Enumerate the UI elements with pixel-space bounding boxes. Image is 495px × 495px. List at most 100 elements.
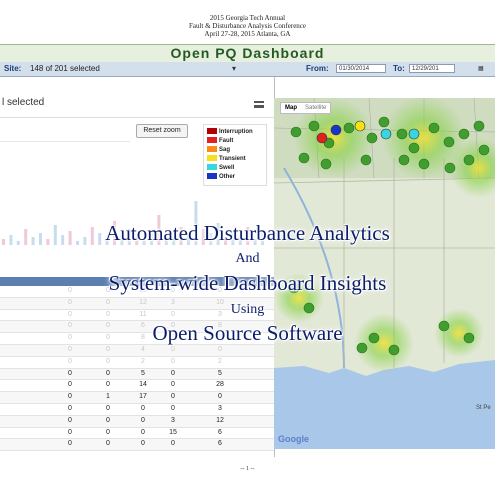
- google-logo: Google: [278, 434, 309, 444]
- table-cell: 12: [216, 416, 224, 424]
- table-cell: 15: [169, 428, 177, 436]
- site-marker[interactable]: [308, 120, 320, 132]
- map-type-control[interactable]: Map Satellite: [280, 102, 332, 114]
- table-row[interactable]: 0 0 0 3 12: [0, 415, 274, 428]
- table-cell: 4: [141, 345, 145, 353]
- site-marker[interactable]: [473, 120, 485, 132]
- table-row[interactable]: 0 1 17 0 0: [0, 392, 274, 404]
- site-marker[interactable]: [398, 154, 410, 166]
- table-cell: 0: [106, 357, 110, 365]
- table-cell: 0: [106, 345, 110, 353]
- table-cell: 0: [171, 345, 175, 353]
- divider: [0, 141, 130, 142]
- table-cell: 0: [171, 440, 175, 448]
- map-tab[interactable]: Map: [281, 103, 301, 113]
- from-date-input[interactable]: 01/30/2014: [336, 64, 386, 73]
- to-date-input[interactable]: 12/29/201: [409, 64, 455, 73]
- table-cell: 0: [171, 393, 175, 401]
- overlay-title-line-2: And: [235, 251, 260, 266]
- to-label: To:: [393, 64, 405, 73]
- table-cell: 0: [68, 393, 72, 401]
- overlay-title-line-5: Open Source Software: [152, 321, 343, 345]
- table-cell: 0: [106, 381, 110, 389]
- site-marker[interactable]: [463, 154, 475, 166]
- reset-zoom-button[interactable]: Reset zoom: [136, 124, 188, 138]
- site-select[interactable]: 148 of 201 selected: [30, 64, 100, 74]
- header-line-1: 2015 Georgia Tech Annual: [209, 14, 286, 22]
- table-row[interactable]: 0 0 0 15 6: [0, 427, 274, 440]
- chevron-down-icon[interactable]: ▾: [232, 64, 236, 74]
- table-cell: 3: [218, 404, 222, 412]
- page-number: -- 1 --: [240, 466, 255, 472]
- legend-item-interruption[interactable]: Interruption: [207, 128, 253, 136]
- legend-swatch: [207, 173, 217, 180]
- site-marker[interactable]: [378, 116, 390, 128]
- table-cell: 0: [68, 369, 72, 377]
- dashboard-title: Open PQ Dashboard: [170, 45, 325, 61]
- site-marker[interactable]: [320, 158, 332, 170]
- table-cell: 0: [171, 381, 175, 389]
- dashboard-title-bar: Open PQ Dashboard: [0, 44, 495, 63]
- table-row[interactable]: 0 0 2 0 2: [0, 356, 274, 369]
- table-cell: 0: [68, 381, 72, 389]
- site-marker[interactable]: [343, 122, 355, 134]
- legend-item-transient[interactable]: Transient: [207, 155, 246, 163]
- site-marker[interactable]: [316, 132, 328, 144]
- overlay-title-line-3: System-wide Dashboard Insights: [108, 271, 387, 295]
- table-row[interactable]: 0 0 5 0 5: [0, 368, 274, 381]
- table-cell: 0: [171, 404, 175, 412]
- site-marker[interactable]: [360, 154, 372, 166]
- site-marker[interactable]: [478, 144, 490, 156]
- legend-swatch: [207, 164, 217, 171]
- site-marker[interactable]: [290, 126, 302, 138]
- chart-legend: Interruption Fault Sag Transient Swell O…: [203, 124, 267, 186]
- site-marker[interactable]: [298, 152, 310, 164]
- legend-swatch: [207, 137, 217, 144]
- table-row[interactable]: 0 0 0 0 3: [0, 403, 274, 416]
- events-panel: l selected Reset zoom Interruption Fault…: [0, 77, 275, 457]
- site-marker[interactable]: [330, 124, 342, 136]
- legend-swatch: [207, 146, 217, 153]
- table-cell: 0: [171, 357, 175, 365]
- legend-item-fault[interactable]: Fault: [207, 137, 233, 145]
- table-row[interactable]: 0 0 14 0 28: [0, 380, 274, 393]
- table-cell: 28: [216, 381, 224, 389]
- table-row[interactable]: 0 0 0 0 6: [0, 439, 274, 452]
- site-label: Site:: [4, 64, 22, 73]
- site-marker[interactable]: [388, 344, 400, 356]
- table-row[interactable]: 0 0 4 0 0: [0, 344, 274, 357]
- table-cell: 6: [218, 428, 222, 436]
- site-marker[interactable]: [418, 158, 430, 170]
- overlay-title-line-4: Using: [230, 302, 265, 317]
- site-marker[interactable]: [396, 128, 408, 140]
- table-cell: 2: [218, 357, 222, 365]
- site-marker[interactable]: [458, 128, 470, 140]
- table-cell: 0: [171, 369, 175, 377]
- table-cell: 0: [218, 345, 222, 353]
- overlay-title-line-1: Automated Disturbance Analytics: [105, 221, 390, 245]
- site-marker[interactable]: [354, 120, 366, 132]
- site-marker[interactable]: [408, 142, 420, 154]
- table-cell: 0: [141, 428, 145, 436]
- calendar-icon[interactable]: ▦: [478, 64, 484, 74]
- table-cell: 3: [171, 416, 175, 424]
- site-marker[interactable]: [443, 136, 455, 148]
- site-marker[interactable]: [444, 162, 456, 174]
- legend-item-other[interactable]: Other: [207, 173, 235, 181]
- site-marker[interactable]: [380, 128, 392, 140]
- site-marker[interactable]: [408, 128, 420, 140]
- header-line-2: Fault & Disturbance Analysis Conference: [188, 22, 307, 30]
- table-cell: 1: [106, 393, 110, 401]
- site-marker[interactable]: [366, 132, 378, 144]
- table-cell: 0: [141, 416, 145, 424]
- table-cell: 6: [218, 440, 222, 448]
- legend-swatch: [207, 155, 217, 162]
- table-cell: 0: [68, 404, 72, 412]
- map-label-st-pete: St Pe: [476, 405, 491, 411]
- from-label: From:: [306, 64, 329, 73]
- menu-icon[interactable]: [254, 101, 264, 108]
- legend-item-swell[interactable]: Swell: [207, 164, 234, 172]
- legend-item-sag[interactable]: Sag: [207, 146, 230, 154]
- site-marker[interactable]: [428, 122, 440, 134]
- satellite-tab[interactable]: Satellite: [301, 103, 330, 113]
